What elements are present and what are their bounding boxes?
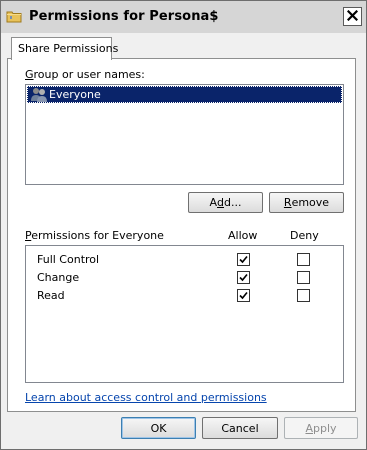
shared-folder-icon: [6, 8, 22, 24]
allow-full-control-checkbox[interactable]: [237, 253, 250, 266]
group-user-list[interactable]: Everyone: [25, 84, 344, 185]
add-button[interactable]: Ad d...: [188, 192, 263, 213]
permissions-dialog: Permissions for Persona$ Share Permissio…: [0, 0, 367, 450]
permissions-list: Full Control Change Read: [25, 245, 344, 383]
close-button[interactable]: [343, 7, 362, 26]
group-list-label: Group or user names:: [25, 68, 145, 81]
deny-read-checkbox[interactable]: [297, 289, 310, 302]
tab-label: Share Permissions: [18, 42, 119, 55]
deny-full-control-checkbox[interactable]: [297, 253, 310, 266]
permission-row-read: Read: [26, 286, 343, 304]
deny-column-header: Deny: [290, 229, 319, 242]
checkmark-icon: [239, 255, 248, 264]
remove-button[interactable]: Remove: [269, 192, 344, 213]
allow-change-checkbox[interactable]: [237, 271, 250, 284]
close-icon: [346, 9, 359, 24]
permission-name: Full Control: [37, 253, 100, 266]
cancel-button[interactable]: Cancel: [202, 417, 278, 439]
permission-row-full-control: Full Control: [26, 250, 343, 268]
permission-row-change: Change: [26, 268, 343, 286]
checkmark-icon: [239, 273, 248, 282]
allow-column-header: Allow: [228, 229, 258, 242]
allow-read-checkbox[interactable]: [237, 289, 250, 302]
apply-button[interactable]: Apply: [284, 417, 358, 439]
permission-name: Read: [37, 289, 65, 302]
list-item-everyone[interactable]: Everyone: [27, 86, 342, 103]
tab-panel: Group or user names: Everyone Ad d... Rem…: [7, 58, 356, 412]
dialog-title: Permissions for Persona$: [29, 9, 219, 24]
help-link[interactable]: Learn about access control and permissio…: [25, 391, 267, 404]
permissions-header: Permissions for Everyone: [25, 229, 164, 242]
user-name: Everyone: [49, 88, 101, 101]
tab-share-permissions[interactable]: Share Permissions: [11, 37, 118, 60]
title-bar[interactable]: Permissions for Persona$: [1, 1, 366, 33]
deny-change-checkbox[interactable]: [297, 271, 310, 284]
checkmark-icon: [239, 291, 248, 300]
ok-button[interactable]: OK: [121, 417, 196, 439]
permission-name: Change: [37, 271, 80, 284]
users-group-icon: [30, 86, 48, 103]
